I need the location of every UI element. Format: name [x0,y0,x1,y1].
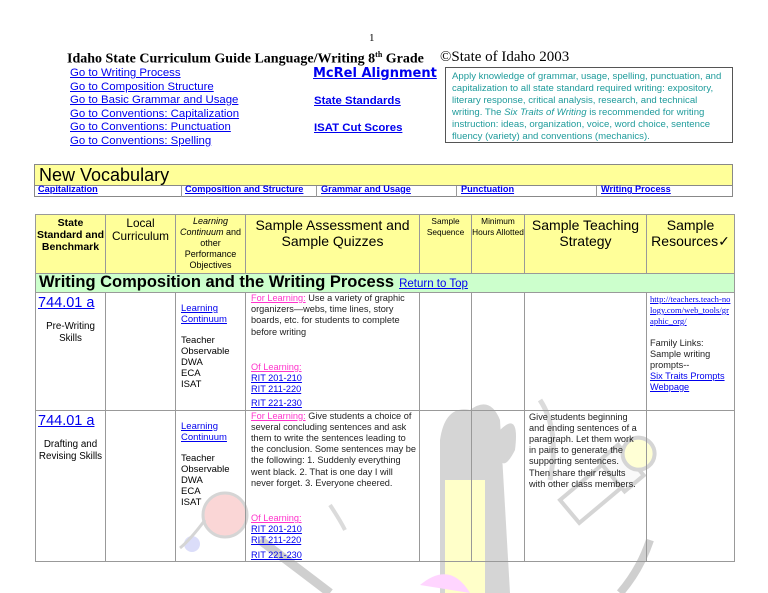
hours-cell [471,292,525,411]
for-learning-label: For Learning: [251,410,306,421]
rit-link[interactable]: RIT 221-230 [251,550,417,561]
standard-link[interactable]: 744.01 a [36,411,105,429]
rit-link[interactable]: RIT 221-230 [251,398,417,409]
sample-assessment: For Learning: Give students a choice of … [251,410,417,561]
sample-resources: http://teachers.teach-nology.com/web_too… [647,293,734,393]
sequence-cell [419,292,472,411]
mcrel-alignment-link[interactable]: McRel Alignment [313,66,437,81]
return-to-top-link[interactable]: Return to Top [399,278,468,290]
of-learning-label: Of Learning: [251,361,302,372]
nav-links: Go to Writing Process Go to Composition … [70,67,239,149]
section-row: Writing Composition and the Writing Proc… [35,273,735,293]
header-sequence: Sample Sequence [419,214,472,274]
local-curriculum-cell [105,292,176,411]
section-title: Writing Composition and the Writing Proc… [39,273,468,291]
rit-link[interactable]: RIT 201-210 [251,373,417,384]
of-learning-label: Of Learning: [251,513,302,524]
header-learning-continuum: Learning Continuum and other Performance… [175,214,246,274]
divider [596,186,597,197]
nav-link-writing-process[interactable]: Go to Writing Process [70,67,239,81]
page-number: 1 [369,32,375,44]
divider [456,186,457,197]
nav-link-spelling[interactable]: Go to Conventions: Spelling [70,135,239,149]
header-hours: Minimum Hours Allotted [471,214,525,274]
sample-assessment: For Learning: Use a variety of graphic o… [246,293,419,410]
vocab-link-punctuation[interactable]: Punctuation [461,184,514,194]
vocabulary-title: New Vocabulary [35,165,732,186]
standard-link[interactable]: 744.01 a [36,293,105,311]
curriculum-table: State Standard and Benchmark Local Curri… [35,214,735,562]
header-resources: Sample Resources✓ [646,214,735,274]
header-assessment: Sample Assessment and Sample Quizzes [245,214,420,274]
document-title: Idaho State Curriculum Guide Language/Wr… [67,50,424,67]
learning-continuum-link[interactable]: Learning Continuum [181,303,227,325]
vocab-link-composition[interactable]: Composition and Structure [185,184,303,194]
table-row: 744.01 a Pre-Writing Skills Learning Cont… [35,292,735,411]
resources-cell [646,409,735,562]
strategy-cell [524,292,647,411]
standard-description-box: Apply knowledge of grammar, usage, spell… [445,67,733,143]
local-curriculum-cell [105,409,176,562]
assessment-types: Teacher Observable DWA ECA ISAT [181,335,230,390]
rit-link[interactable]: RIT 211-220 [251,384,417,395]
hours-cell [471,409,525,562]
nav-link-punctuation[interactable]: Go to Conventions: Punctuation [70,121,239,135]
family-links-text: Family Links: Sample writing prompts-- [650,338,711,370]
skill-label: Drafting and Revising Skills [38,438,103,462]
assessment-types: Teacher Observable DWA ECA ISAT [181,452,230,508]
nav-link-grammar-usage[interactable]: Go to Basic Grammar and Usage [70,94,239,108]
for-learning-label: For Learning: [251,293,306,303]
vocab-link-capitalization[interactable]: Capitalization [38,184,98,194]
nav-link-capitalization[interactable]: Go to Conventions: Capitalization [70,108,239,122]
teaching-strategy: Give students beginning and ending sente… [529,411,637,489]
header-local-curriculum: Local Curriculum [105,214,176,274]
divider [181,186,182,197]
divider [316,186,317,197]
vocab-link-writing-process[interactable]: Writing Process [601,184,671,194]
vocabulary-links: Capitalization Composition and Structure… [35,184,732,197]
resource-url-link[interactable]: http://teachers.teach-nology.com/web_too… [650,294,731,327]
header-strategy: Sample Teaching Strategy [524,214,647,274]
header-standard: State Standard and Benchmark [35,214,106,274]
skill-label: Pre-Writing Skills [46,321,95,344]
nav-link-composition-structure[interactable]: Go to Composition Structure [70,81,239,95]
table-header-row: State Standard and Benchmark Local Curri… [35,214,735,274]
rit-link[interactable]: RIT 201-210 [251,524,417,535]
sequence-cell [419,409,472,562]
learning-continuum-link[interactable]: Learning Continuum [181,421,227,443]
table-row: 744.01 a Drafting and Revising Skills Lea… [35,409,735,562]
six-traits-prompts-link[interactable]: Six Traits Prompts Webpage [650,371,725,392]
checkmark-icon: ✓ [718,233,730,249]
new-vocabulary-panel: New Vocabulary Capitalization Compositio… [34,164,733,197]
rit-link[interactable]: RIT 211-220 [251,535,417,546]
vocab-link-grammar[interactable]: Grammar and Usage [321,184,411,194]
isat-cut-scores-link[interactable]: ISAT Cut Scores [314,122,402,134]
state-standards-link[interactable]: State Standards [314,95,401,107]
copyright-notice: ©State of Idaho 2003 [440,49,570,65]
